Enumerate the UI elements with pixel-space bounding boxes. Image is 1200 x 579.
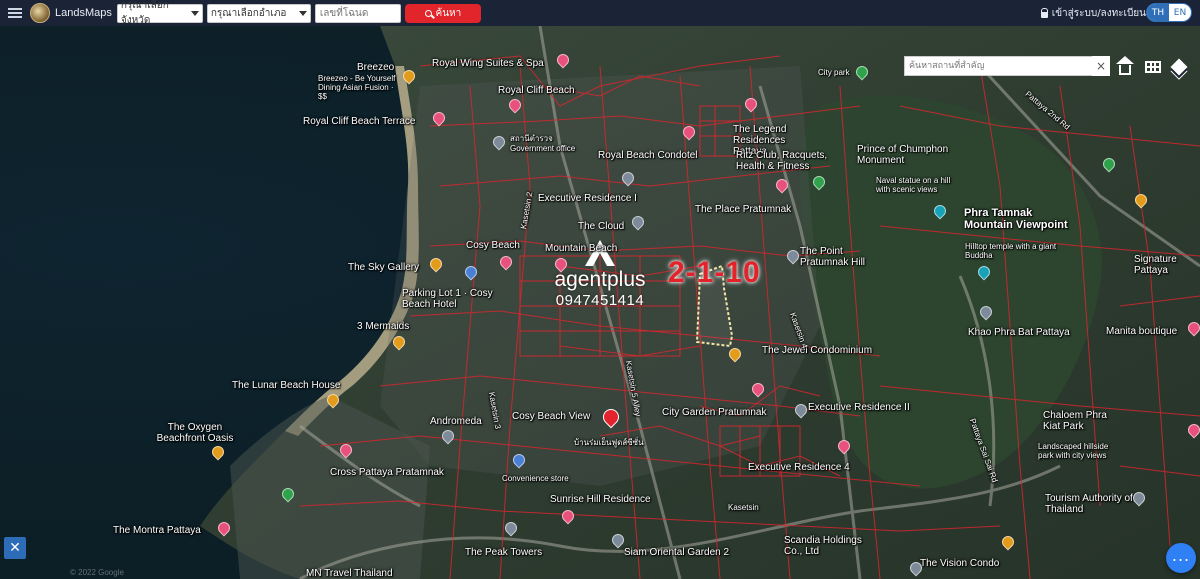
chevron-down-icon [298, 10, 307, 16]
search-button-label: ค้นหา [435, 7, 462, 19]
map-label-royal-cliff: Royal Cliff Beach [498, 85, 575, 96]
map-label-siam-oriental: Siam Oriental Garden 2 [624, 547, 730, 558]
watermark-phone: 0947451414 [555, 292, 645, 309]
measure-tool-button[interactable]: ✕ [4, 537, 26, 559]
map-label-kasetsin: Kasetsin [728, 503, 759, 512]
chevron-down-icon [190, 10, 199, 16]
map-label-tourism: Tourism Authority of Thailand [1045, 493, 1133, 515]
lang-th-button[interactable]: TH [1147, 4, 1169, 21]
language-toggle: TH EN [1146, 3, 1192, 22]
map-label-royal-beach-condotel: Royal Beach Condotel [598, 150, 698, 161]
map-label-executive-residence-2: Executive Residence II [808, 402, 910, 413]
watermark-brand: agentplus [554, 268, 646, 291]
home-button[interactable] [1114, 55, 1136, 78]
map-label-montra: The Montra Pattaya [113, 525, 201, 536]
ellipsis-icon: ... [1171, 545, 1191, 565]
district-select-value: กรุณาเลือกอำเภอ [210, 7, 287, 19]
map-label-lunar-beach: The Lunar Beach House [232, 380, 341, 391]
map-label-sunrise-hill: Sunrise Hill Residence [550, 494, 651, 505]
map-label-cosy-beach: Cosy Beach [466, 240, 520, 251]
search-button[interactable]: ค้นหา [404, 3, 481, 23]
tools-icon: ✕ [9, 540, 21, 556]
lang-en-button[interactable]: EN [1169, 4, 1191, 21]
map-label-landscaped: Landscaped hillside park with city views [1038, 442, 1109, 460]
map-label-mn-travel: MN Travel Thailand [306, 568, 393, 579]
map-canvas[interactable]: 2-1-10 agentplus 0947451414 Breezeo Bree… [0, 26, 1200, 579]
map-label-cosy-beach-view: Cosy Beach View [512, 411, 591, 422]
province-select[interactable]: กรุณาเลือกจังหวัด [116, 0, 203, 26]
map-label-parking-lot: Parking Lot 1 · Cosy Beach Hotel [402, 288, 493, 310]
map-label-peak-towers: The Peak Towers [465, 547, 543, 558]
map-label-cross-pattaya: Cross Pattaya Pratamnak [330, 467, 444, 478]
home-icon [1116, 55, 1134, 75]
map-label-mountain-beach: Mountain Beach [545, 243, 618, 254]
app-title: LandsMaps [55, 7, 112, 19]
top-bar: LandsMaps กรุณาเลือกจังหวัด กรุณาเลือกอำ… [0, 0, 1200, 26]
deed-number-input[interactable] [314, 3, 401, 23]
map-label-breezeo: Breezeo [357, 62, 395, 73]
parcel-number-label: 2-1-10 [668, 256, 761, 289]
app-logo[interactable] [30, 3, 50, 23]
map-label-three-mermaids: 3 Mermaids [357, 321, 410, 332]
login-link[interactable]: เข้าสู่ระบบ/ลงทะเบียน [1040, 6, 1146, 21]
map-label-executive-residence-1: Executive Residence I [538, 193, 637, 204]
login-label: เข้าสู่ระบบ/ลงทะเบียน [1051, 8, 1146, 19]
grid-view-button[interactable] [1142, 56, 1164, 78]
map-label-phra-tamnak-sub: Hilltop temple with a giant Buddha [965, 242, 1057, 260]
more-options-button[interactable]: ... [1166, 543, 1196, 573]
map-label-khao-phra-bat: Khao Phra Bat Pattaya [968, 327, 1070, 338]
map-label-vision-condo: The Vision Condo [920, 558, 1000, 569]
map-label-ritz-club: Ritz Club, Racquets, Health & Fitness [736, 150, 828, 172]
map-label-breezeo-sub: Breezeo - Be Yourself Dining Asian Fusio… [318, 74, 396, 101]
map-label-manita: Manita boutique [1106, 326, 1178, 337]
map-label-oxygen: The Oxygen Beachfront Oasis [156, 422, 234, 444]
map-label-executive-residence-4: Executive Residence 4 [748, 462, 850, 473]
grid-icon [1145, 61, 1161, 73]
map-label-the-place: The Place Pratumnak [695, 204, 792, 215]
hamburger-menu-icon[interactable] [8, 8, 22, 18]
map-label-sky-gallery: The Sky Gallery [348, 262, 420, 273]
map-label-signature: Signature Pattaya [1134, 254, 1177, 276]
clear-search-button[interactable]: × [1092, 56, 1110, 76]
map-label-convenience: Convenience store [502, 474, 569, 483]
place-search-input[interactable] [904, 56, 1110, 76]
district-select[interactable]: กรุณาเลือกอำเภอ [206, 3, 311, 23]
map-label-city-park: City park [818, 68, 850, 77]
map-label-naval-statue: Naval statue on a hill with scenic views [876, 176, 951, 194]
map-label-gov-office: สถานีตำรวจ Government office [510, 134, 576, 153]
layers-button[interactable] [1168, 56, 1190, 78]
map-label-andromeda: Andromeda [430, 416, 482, 427]
map-label-thai-sub: บ้านร่มเย็นฟูดส์ซีซั่น [574, 438, 644, 447]
map-label-the-cloud: The Cloud [578, 221, 625, 232]
map-label-city-garden: City Garden Pratumnak [662, 407, 767, 418]
layers-icon [1170, 58, 1188, 76]
map-label-chaloem: Chaloem Phra Kiat Park [1043, 410, 1107, 432]
map-label-prince-chumphon: Prince of Chumphon Monument [857, 144, 949, 166]
map-label-royal-wing: Royal Wing Suites & Spa [432, 58, 544, 69]
province-select-value: กรุณาเลือกจังหวัด [120, 0, 169, 26]
lock-icon [1040, 8, 1048, 18]
map-copyright: © 2022 Google [70, 568, 124, 577]
map-label-scandia: Scandia Holdings Co., Ltd [784, 535, 862, 557]
map-label-royal-cliff-terrace: Royal Cliff Beach Terrace [303, 116, 416, 127]
search-icon [424, 9, 432, 17]
map-label-phra-tamnak: Phra Tamnak Mountain Viewpoint [964, 207, 1068, 231]
map-label-jewel: The Jewel Condominium [762, 345, 873, 356]
map-label-the-point: The Point Pratumnak Hill [800, 246, 866, 268]
